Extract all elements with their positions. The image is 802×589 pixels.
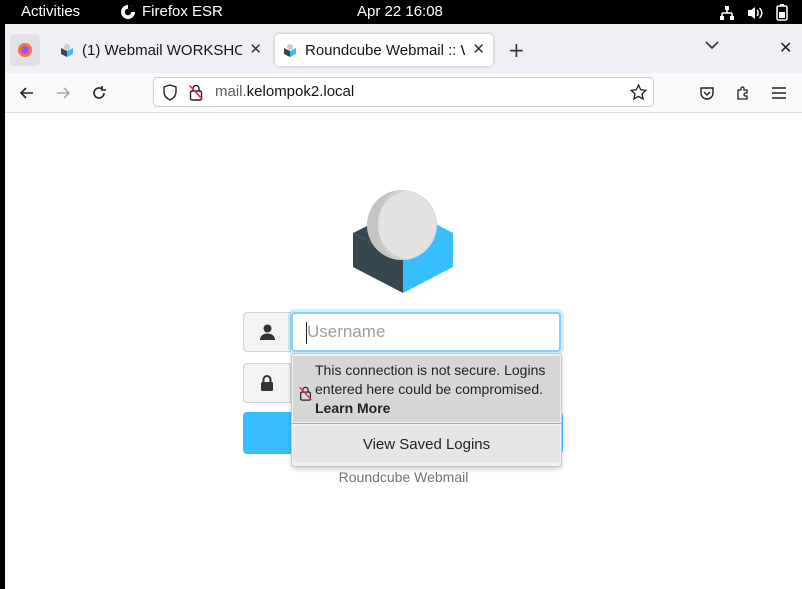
tab-webmail-workshop[interactable]: (1) Webmail WORKSHOP ✕ bbox=[52, 34, 270, 66]
extensions-button[interactable] bbox=[732, 82, 754, 104]
insecure-lock-icon bbox=[299, 386, 312, 401]
firefox-window: (1) Webmail WORKSHOP ✕ Roundcube Webmail… bbox=[5, 24, 802, 589]
username-placeholder: Username bbox=[307, 322, 386, 341]
roundcube-logo bbox=[353, 190, 453, 293]
firefox-app-icon bbox=[121, 4, 135, 19]
tab-roundcube-webmail[interactable]: Roundcube Webmail :: Welcome ✕ bbox=[275, 34, 493, 66]
pocket-icon bbox=[700, 87, 714, 100]
roundcube-favicon bbox=[61, 44, 73, 57]
back-button[interactable] bbox=[16, 82, 38, 104]
system-tray[interactable] bbox=[719, 4, 788, 21]
activities-button[interactable]: Activities bbox=[21, 3, 80, 20]
insecure-warning-text: This connection is not secure. Logins en… bbox=[315, 361, 559, 418]
volume-icon bbox=[748, 6, 763, 19]
url-text[interactable]: mail.kelompok2.local bbox=[215, 83, 354, 100]
pocket-button[interactable] bbox=[696, 82, 718, 104]
puzzle-piece-icon bbox=[737, 86, 748, 100]
clock[interactable]: Apr 22 16:08 bbox=[357, 3, 443, 20]
user-icon bbox=[259, 324, 275, 340]
battery-icon bbox=[776, 4, 788, 21]
forward-button[interactable] bbox=[52, 82, 74, 104]
tab-close-icon[interactable]: ✕ bbox=[472, 40, 485, 58]
reload-icon bbox=[93, 86, 106, 99]
tab-title: (1) Webmail WORKSHOP bbox=[82, 41, 242, 59]
username-input[interactable]: Username bbox=[291, 312, 561, 352]
forward-arrow-icon bbox=[57, 87, 71, 99]
app-menu-button[interactable] bbox=[768, 82, 790, 104]
footer-roundcube-webmail[interactable]: Roundcube Webmail bbox=[5, 469, 802, 485]
lock-icon bbox=[261, 375, 273, 391]
list-all-tabs-icon[interactable] bbox=[705, 40, 719, 50]
warning-message: This connection is not secure. Logins en… bbox=[315, 362, 546, 397]
url-host: kelompok2.local bbox=[246, 83, 355, 100]
username-addon bbox=[243, 312, 291, 352]
insecure-login-popup: This connection is not secure. Logins en… bbox=[291, 353, 562, 467]
bookmark-star-icon[interactable] bbox=[630, 84, 647, 101]
firefox-view-button[interactable] bbox=[10, 34, 40, 66]
insecure-lock-icon[interactable] bbox=[189, 84, 203, 101]
back-arrow-icon bbox=[19, 87, 33, 99]
tab-close-icon[interactable]: ✕ bbox=[249, 40, 262, 58]
tracking-protection-shield-icon[interactable] bbox=[162, 84, 178, 101]
password-addon bbox=[243, 363, 291, 403]
popup-divider bbox=[292, 423, 561, 424]
view-saved-logins-item[interactable]: View Saved Logins bbox=[293, 426, 560, 462]
reload-button[interactable] bbox=[88, 82, 110, 104]
roundcube-favicon bbox=[284, 44, 296, 57]
url-subdomain: mail. bbox=[215, 83, 247, 100]
system-top-bar: Activities Firefox ESR Apr 22 16:08 bbox=[0, 0, 802, 24]
page-content: Username Roundcube Webmail This connecti… bbox=[5, 113, 802, 589]
app-name: Firefox ESR bbox=[142, 3, 223, 20]
new-tab-icon[interactable]: + bbox=[508, 38, 525, 62]
tab-title: Roundcube Webmail :: Welcome bbox=[305, 41, 465, 59]
app-menu[interactable]: Firefox ESR bbox=[120, 3, 223, 20]
firefox-view-icon bbox=[18, 43, 32, 57]
insecure-warning: This connection is not secure. Logins en… bbox=[293, 356, 560, 422]
navigation-toolbar: mail.kelompok2.local bbox=[5, 73, 802, 113]
address-bar[interactable]: mail.kelompok2.local bbox=[153, 77, 654, 107]
hamburger-menu-icon bbox=[772, 87, 786, 99]
network-icon bbox=[720, 5, 734, 20]
learn-more-link[interactable]: Learn More bbox=[315, 399, 559, 418]
window-close-icon[interactable]: ✕ bbox=[779, 38, 792, 57]
